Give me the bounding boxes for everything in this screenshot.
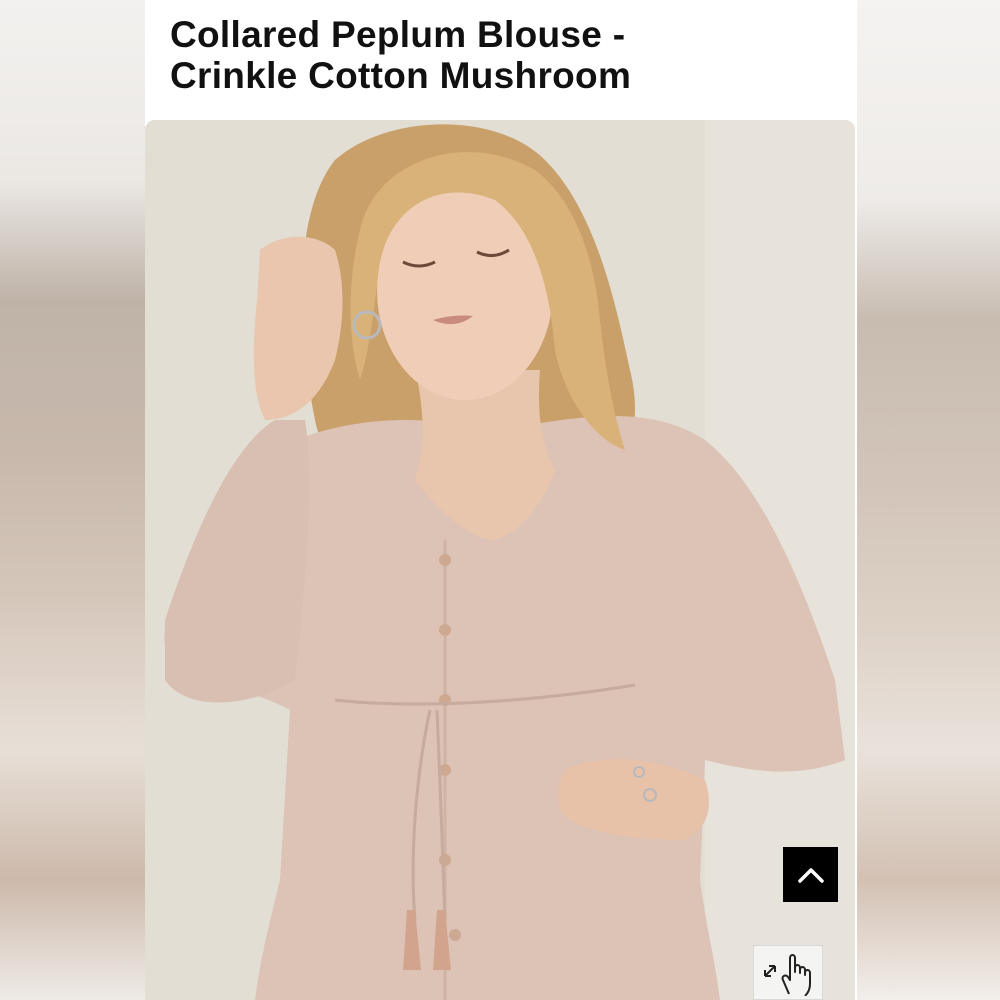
blurred-backdrop-left [0,0,145,1000]
back-to-top-button[interactable] [783,847,838,902]
pinch-zoom-button[interactable] [753,945,823,1000]
product-title-line1: Collared Peplum Blouse - [170,14,626,55]
pinch-zoom-hand-icon [764,953,811,996]
product-title-line2: Crinkle Cotton Mushroom [170,55,632,96]
product-photo-illustration [145,120,855,1000]
product-image[interactable] [145,120,855,1000]
product-title: Collared Peplum Blouse - Crinkle Cotton … [170,14,830,96]
chevron-up-icon [797,867,824,883]
blurred-backdrop-right [857,0,1000,1000]
product-panel: Collared Peplum Blouse - Crinkle Cotton … [145,0,857,1000]
